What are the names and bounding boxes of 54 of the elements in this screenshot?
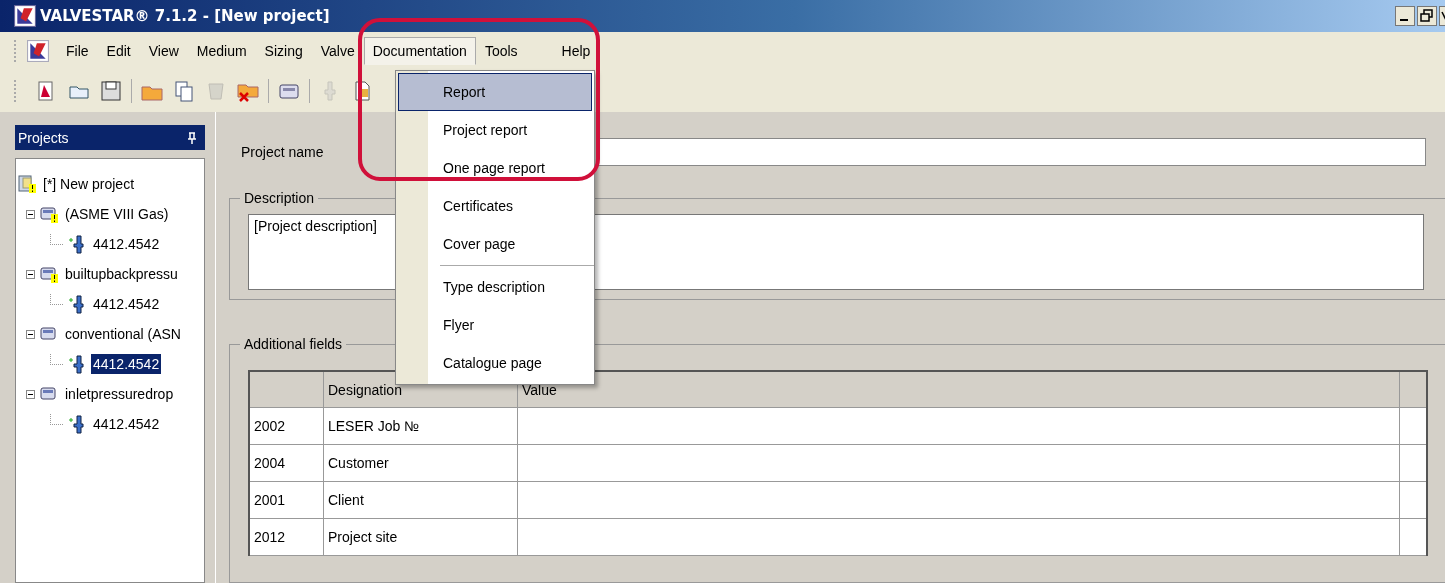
collapse-icon[interactable] bbox=[26, 209, 35, 219]
menu-item[interactable]: One page report bbox=[398, 149, 592, 187]
table-cell: 2001 bbox=[250, 482, 324, 518]
collapse-icon[interactable] bbox=[26, 389, 35, 399]
tree-item[interactable]: 4412.4542 bbox=[91, 294, 162, 314]
close-button[interactable] bbox=[1439, 6, 1445, 26]
menu-item[interactable]: Project report bbox=[398, 111, 592, 149]
collapse-icon[interactable] bbox=[26, 329, 35, 339]
menu-item[interactable]: Valve bbox=[311, 37, 364, 65]
menu-item[interactable]: Tools bbox=[475, 37, 527, 65]
restore-button[interactable] bbox=[1417, 6, 1437, 26]
group-title: Additional fields bbox=[243, 336, 344, 352]
tree-item[interactable]: 4412.4542 bbox=[91, 414, 162, 434]
valve-icon bbox=[68, 234, 86, 254]
menu-item[interactable]: Medium bbox=[187, 37, 256, 65]
collapse-icon[interactable] bbox=[26, 269, 35, 279]
menu-item[interactable]: Help bbox=[552, 37, 600, 65]
save-icon[interactable] bbox=[99, 79, 123, 103]
table-cell: 2012 bbox=[250, 519, 324, 555]
table-cell: Client bbox=[324, 482, 518, 518]
minimize-button[interactable] bbox=[1395, 6, 1415, 26]
window-title: VALVESTAR® 7.1.2 - [New project] bbox=[40, 7, 330, 25]
menu-item[interactable]: Sizing bbox=[255, 37, 312, 65]
menu-item[interactable]: Cover page bbox=[398, 225, 592, 263]
app-logo-icon[interactable] bbox=[27, 40, 49, 62]
valve-icon bbox=[68, 354, 86, 374]
menu-item[interactable]: Edit bbox=[97, 37, 140, 65]
tree-item[interactable]: conventional (ASN bbox=[63, 324, 183, 344]
tree-item[interactable]: [*] New project bbox=[41, 174, 137, 194]
tree-item[interactable]: 4412.4542 bbox=[91, 354, 162, 374]
menu-item[interactable]: File bbox=[57, 37, 98, 65]
menu-item[interactable]: Documentation bbox=[363, 37, 476, 65]
menu-item[interactable]: View bbox=[139, 37, 188, 65]
panel-title: Projects bbox=[18, 129, 69, 146]
tree-item[interactable]: 4412.4542 bbox=[91, 234, 162, 254]
tree-item[interactable]: (ASME VIII Gas) bbox=[63, 204, 171, 224]
table-cell: 2004 bbox=[250, 445, 324, 481]
table-cell: Customer bbox=[324, 445, 518, 481]
logo-icon bbox=[14, 5, 36, 27]
menu-item[interactable]: Flyer bbox=[398, 306, 592, 344]
project-file-icon bbox=[18, 175, 36, 193]
tree-item[interactable]: inletpressuredrop bbox=[63, 384, 176, 404]
group-title: Description bbox=[243, 190, 316, 206]
tree-item[interactable]: builtupbackpressu bbox=[63, 264, 180, 284]
menu-item[interactable]: Report bbox=[398, 73, 592, 111]
copy-icon[interactable] bbox=[172, 79, 196, 103]
valve-icon bbox=[68, 414, 86, 434]
table-cell: 2002 bbox=[250, 408, 324, 444]
table-cell: Project site bbox=[324, 519, 518, 555]
table-cell: LESER Job № bbox=[324, 408, 518, 444]
pin-icon[interactable] bbox=[187, 131, 197, 144]
project-name-field[interactable] bbox=[598, 138, 1426, 166]
valve-icon bbox=[68, 294, 86, 314]
field-label: Project name bbox=[240, 144, 325, 160]
